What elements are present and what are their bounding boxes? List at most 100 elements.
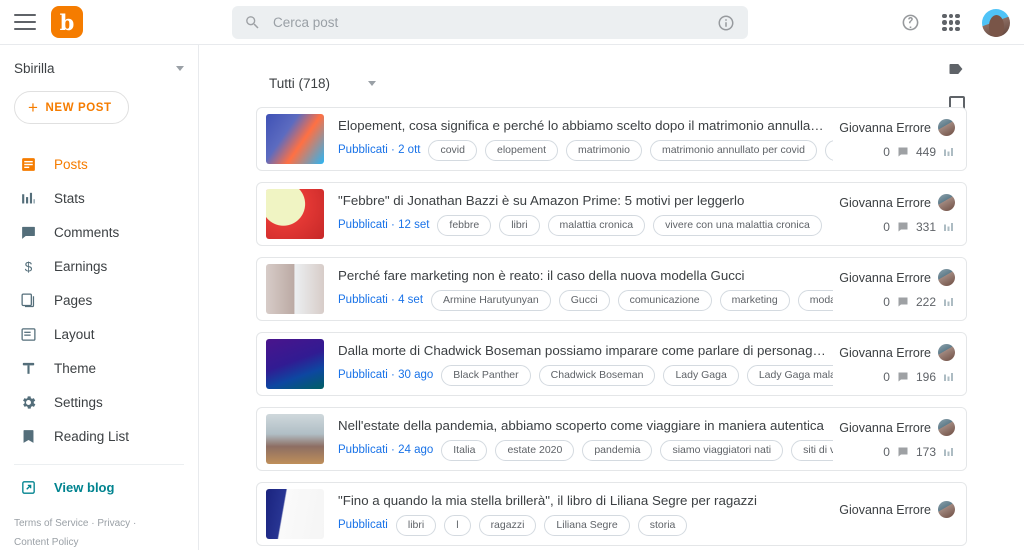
post-tag[interactable]: ragazzi bbox=[478, 514, 537, 536]
view-blog-link[interactable]: View blog bbox=[0, 469, 198, 505]
gucci-thumbnail bbox=[266, 264, 324, 314]
post-tag[interactable]: Lady Gaga bbox=[663, 364, 739, 386]
post-author: Giovanna Errore bbox=[839, 120, 931, 135]
plus-icon: + bbox=[28, 98, 39, 117]
post-tag[interactable]: pandemia bbox=[582, 439, 653, 461]
post-title[interactable]: "Fino a quando la mia stella brillerà", … bbox=[338, 493, 829, 508]
sidebar-item-reading-list[interactable]: Reading List bbox=[0, 419, 198, 453]
table-row[interactable]: "Febbre" di Jonathan Bazzi è su Amazon P… bbox=[256, 182, 967, 246]
blog-selector[interactable]: Sbirilla bbox=[0, 45, 198, 91]
info-icon[interactable] bbox=[717, 14, 735, 32]
post-tag[interactable]: moda bbox=[797, 289, 834, 311]
author-avatar bbox=[938, 501, 955, 518]
topbar-actions bbox=[901, 0, 1010, 45]
post-tag[interactable]: malattia cronica bbox=[547, 214, 646, 236]
author-row: Giovanna Errore bbox=[839, 419, 955, 436]
settings-icon bbox=[19, 393, 37, 411]
post-tag[interactable]: Black Panther bbox=[441, 364, 531, 386]
post-title[interactable]: Elopement, cosa significa e perché lo ab… bbox=[338, 118, 829, 133]
view-count: 331 bbox=[915, 220, 936, 234]
post-author: Giovanna Errore bbox=[839, 345, 931, 360]
post-tag[interactable]: elopement bbox=[484, 139, 559, 161]
post-tag[interactable]: storia bbox=[637, 514, 688, 536]
comment-icon bbox=[897, 296, 909, 308]
hamburger-icon[interactable] bbox=[14, 14, 36, 30]
post-title[interactable]: Perché fare marketing non è reato: il ca… bbox=[338, 268, 829, 283]
sidebar-item-label: Reading List bbox=[54, 428, 130, 444]
table-row[interactable]: "Fino a quando la mia stella brillerà", … bbox=[256, 482, 967, 546]
post-status: Pubblicati · 4 set bbox=[338, 294, 424, 306]
table-row[interactable]: Dalla morte di Chadwick Boseman possiamo… bbox=[256, 332, 967, 396]
sidebar-item-stats[interactable]: Stats bbox=[0, 181, 198, 215]
new-post-button[interactable]: + NEW POST bbox=[14, 91, 129, 124]
blogger-logo-icon[interactable]: b bbox=[51, 6, 83, 38]
author-row: Giovanna Errore bbox=[839, 119, 955, 136]
sidebar-item-comments[interactable]: Comments bbox=[0, 215, 198, 249]
post-title[interactable]: "Febbre" di Jonathan Bazzi è su Amazon P… bbox=[338, 193, 829, 208]
filter-bar: Tutti (718) bbox=[199, 59, 1024, 112]
stats-bars-icon[interactable] bbox=[943, 146, 955, 158]
post-tag[interactable]: Chadwick Boseman bbox=[538, 364, 656, 386]
table-row[interactable]: Nell'estate della pandemia, abbiamo scop… bbox=[256, 407, 967, 471]
content-policy-link[interactable]: Content Policy bbox=[14, 537, 78, 548]
post-title[interactable]: Dalla morte di Chadwick Boseman possiamo… bbox=[338, 343, 829, 358]
stats-bars-icon[interactable] bbox=[943, 371, 955, 383]
post-tag[interactable]: matrimonio annullato per covid bbox=[649, 139, 817, 161]
post-tag[interactable]: libri bbox=[499, 214, 540, 236]
terms-of-service-link[interactable]: Terms of Service bbox=[14, 518, 88, 529]
post-tag[interactable]: Liliana Segre bbox=[544, 514, 630, 536]
post-meta: Pubblicati · 24 ago Italia estate 2020 p… bbox=[338, 439, 834, 461]
post-stats: Giovanna Errore bbox=[833, 483, 966, 545]
post-tag[interactable]: Lady Gaga malattia bbox=[746, 364, 834, 386]
post-counts: 0 331 bbox=[883, 220, 955, 234]
theme-icon bbox=[19, 359, 37, 377]
post-tag[interactable]: siti di viaggi bbox=[791, 439, 834, 461]
label-tag-icon[interactable] bbox=[947, 59, 967, 79]
post-tag[interactable]: Armine Harutyunyan bbox=[431, 289, 551, 311]
layout-icon bbox=[19, 325, 37, 343]
post-tag[interactable]: matrimonio bbox=[566, 139, 642, 161]
stats-bars-icon[interactable] bbox=[943, 296, 955, 308]
post-tag[interactable]: news bbox=[824, 139, 834, 161]
user-avatar[interactable] bbox=[982, 8, 1010, 37]
sidebar-item-posts[interactable]: Posts bbox=[0, 147, 198, 181]
table-row[interactable]: Elopement, cosa significa e perché lo ab… bbox=[256, 107, 967, 171]
svg-text:$: $ bbox=[24, 259, 32, 274]
sidebar-item-earnings[interactable]: $ Earnings bbox=[0, 249, 198, 283]
sidebar-item-theme[interactable]: Theme bbox=[0, 351, 198, 385]
search-bar[interactable] bbox=[232, 6, 748, 39]
sidebar-item-label: Pages bbox=[54, 292, 93, 308]
post-tag[interactable]: comunicazione bbox=[617, 289, 712, 311]
post-stats: Giovanna Errore 0 331 bbox=[833, 183, 966, 245]
sidebar-item-pages[interactable]: Pages bbox=[0, 283, 198, 317]
help-icon[interactable] bbox=[901, 13, 920, 32]
stats-bars-icon[interactable] bbox=[943, 221, 955, 233]
post-tag[interactable]: Italia bbox=[441, 439, 488, 461]
post-tag[interactable]: libri bbox=[395, 514, 437, 536]
stats-icon bbox=[19, 189, 37, 207]
post-filter-dropdown[interactable]: Tutti (718) bbox=[269, 76, 377, 91]
main-content: Tutti (718) Elopement, cosa significa e … bbox=[199, 45, 1024, 550]
post-tag[interactable]: siamo viaggiatori nati bbox=[660, 439, 784, 461]
post-tag[interactable]: l bbox=[444, 514, 471, 536]
search-input[interactable] bbox=[273, 15, 717, 30]
comments-icon bbox=[19, 223, 37, 241]
post-tag[interactable]: marketing bbox=[719, 289, 790, 311]
stats-bars-icon[interactable] bbox=[943, 446, 955, 458]
post-tag[interactable]: vivere con una malattia cronica bbox=[653, 214, 822, 236]
post-title[interactable]: Nell'estate della pandemia, abbiamo scop… bbox=[338, 418, 829, 433]
table-row[interactable]: Perché fare marketing non è reato: il ca… bbox=[256, 257, 967, 321]
privacy-link[interactable]: Privacy bbox=[97, 518, 130, 529]
sidebar-item-layout[interactable]: Layout bbox=[0, 317, 198, 351]
post-info: "Febbre" di Jonathan Bazzi è su Amazon P… bbox=[324, 193, 833, 236]
post-tag[interactable]: covid bbox=[428, 139, 477, 161]
post-author: Giovanna Errore bbox=[839, 195, 931, 210]
comment-icon bbox=[897, 371, 909, 383]
post-tag[interactable]: Gucci bbox=[558, 289, 610, 311]
apps-grid-icon[interactable] bbox=[942, 13, 960, 32]
pages-icon bbox=[19, 291, 37, 309]
post-tag[interactable]: febbre bbox=[437, 214, 492, 236]
post-tag[interactable]: estate 2020 bbox=[495, 439, 575, 461]
sidebar-item-settings[interactable]: Settings bbox=[0, 385, 198, 419]
reading-list-icon bbox=[19, 427, 37, 445]
